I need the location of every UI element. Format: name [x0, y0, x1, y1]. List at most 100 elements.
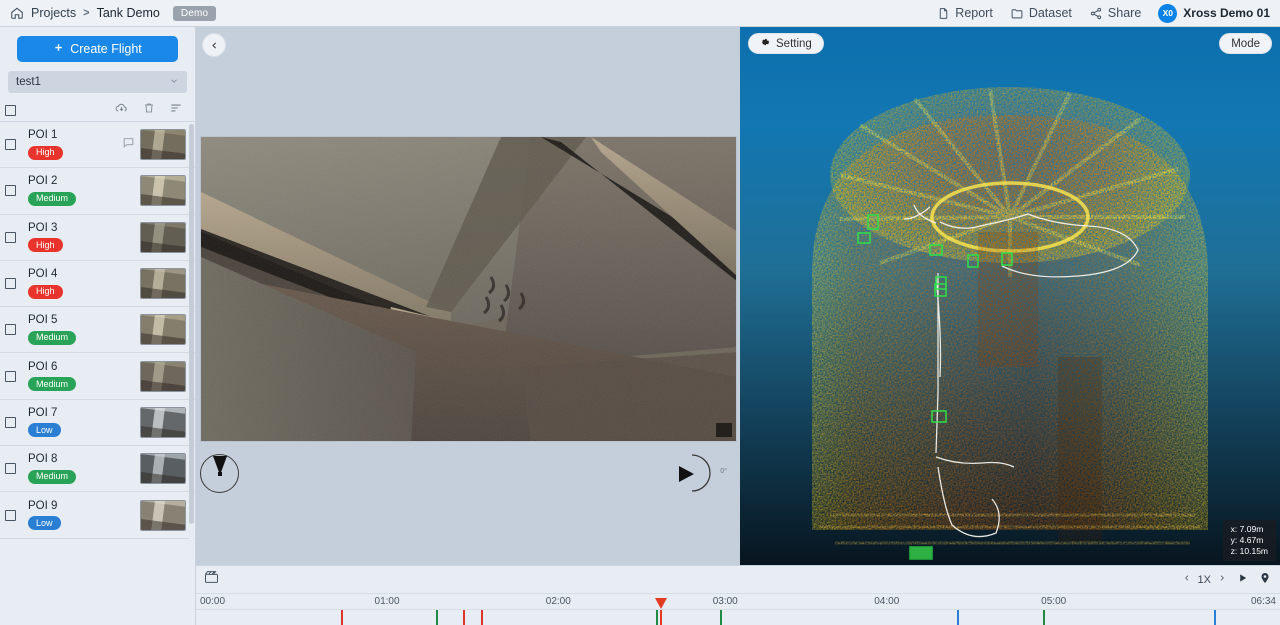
folder-icon: [1010, 7, 1024, 20]
poi-thumbnail[interactable]: [140, 175, 186, 206]
poi-checkbox[interactable]: [5, 185, 16, 196]
severity-badge: Medium: [28, 470, 76, 484]
speed-next-button[interactable]: [1218, 573, 1226, 586]
poi-thumbnail[interactable]: [140, 500, 186, 531]
video-frame[interactable]: [200, 136, 737, 442]
pointcloud-viewer[interactable]: Setting Mode x: 7.09m y: 4.67m z: 10.15m: [740, 27, 1280, 565]
comment-icon[interactable]: [122, 136, 140, 154]
breadcrumb-projects[interactable]: Projects: [31, 6, 76, 20]
coord-z: z: 10.15m: [1231, 546, 1268, 557]
playhead-flag: [655, 598, 667, 609]
poi-row[interactable]: POI 4High: [0, 261, 195, 307]
poi-checkbox[interactable]: [5, 139, 16, 150]
user-menu[interactable]: X0 Xross Demo 01: [1158, 4, 1270, 23]
timeline-marker[interactable]: [720, 610, 722, 625]
timeline-tick: 00:00: [200, 596, 225, 607]
report-label: Report: [955, 6, 993, 20]
report-button[interactable]: Report: [937, 6, 993, 20]
timeline-marker[interactable]: [1043, 610, 1045, 625]
coord-y: y: 4.67m: [1231, 535, 1268, 546]
poi-thumbnail[interactable]: [140, 314, 186, 345]
clapperboard-icon[interactable]: [203, 569, 220, 590]
create-flight-label: Create Flight: [70, 42, 142, 56]
play-button[interactable]: [1237, 572, 1248, 587]
top-bar: Projects > Tank Demo Demo Report: [0, 0, 1280, 27]
poi-checkbox[interactable]: [5, 324, 16, 335]
flight-select[interactable]: test1: [8, 71, 187, 93]
timeline-tick: 03:00: [713, 596, 738, 607]
sort-icon[interactable]: [169, 101, 183, 120]
viewer-setting-button[interactable]: Setting: [748, 33, 824, 54]
timeline-playhead[interactable]: [660, 610, 662, 625]
user-name: Xross Demo 01: [1183, 6, 1270, 20]
poi-scrollbar-thumb[interactable]: [189, 124, 194, 524]
compass-hub: [218, 472, 222, 476]
gear-icon: [760, 37, 771, 51]
timeline-marker[interactable]: [341, 610, 343, 625]
poi-list: POI 1HighPOI 2MediumPOI 3HighPOI 4HighPO…: [0, 122, 195, 625]
cloud-download-icon[interactable]: [114, 101, 129, 120]
poi-checkbox[interactable]: [5, 278, 16, 289]
select-all-checkbox[interactable]: [5, 105, 16, 116]
timeline-marker[interactable]: [463, 610, 465, 625]
timeline-bar: 1X 00:0001:0002:0003:0004:0005:0006:34: [196, 565, 1280, 625]
share-button[interactable]: Share: [1089, 6, 1141, 20]
home-icon[interactable]: [10, 6, 24, 20]
video-still: [201, 137, 737, 442]
timeline-marker[interactable]: [1214, 610, 1216, 625]
timeline-track[interactable]: [196, 610, 1280, 625]
gimbal-pitch-gauge: [673, 454, 712, 493]
create-flight-button[interactable]: Create Flight: [17, 36, 178, 62]
poi-name: POI 2: [28, 175, 122, 188]
timeline-tick: 06:34: [1251, 596, 1276, 607]
speed-label: 1X: [1198, 574, 1211, 586]
trash-icon[interactable]: [143, 101, 155, 120]
poi-name: POI 1: [28, 129, 122, 142]
poi-row[interactable]: POI 1High: [0, 122, 195, 168]
flight-select-value: test1: [16, 76, 41, 88]
timeline-marker[interactable]: [656, 610, 658, 625]
poi-checkbox[interactable]: [5, 417, 16, 428]
chevron-down-icon: [169, 76, 179, 89]
sidebar: Create Flight test1: [0, 27, 196, 625]
plus-icon: [53, 42, 64, 56]
poi-thumbnail[interactable]: [140, 129, 186, 160]
poi-checkbox-cell: [5, 417, 23, 428]
poi-info: POI 2Medium: [23, 175, 122, 206]
poi-checkbox[interactable]: [5, 463, 16, 474]
timeline-tick: 05:00: [1041, 596, 1066, 607]
poi-row[interactable]: POI 9Low: [0, 492, 195, 538]
map-pin-icon[interactable]: [1259, 571, 1271, 588]
poi-row[interactable]: POI 2Medium: [0, 168, 195, 214]
poi-thumbnail[interactable]: [140, 222, 186, 253]
poi-row[interactable]: POI 6Medium: [0, 353, 195, 399]
timeline-marker[interactable]: [481, 610, 483, 625]
viewer-mode-button[interactable]: Mode: [1219, 33, 1272, 54]
poi-row[interactable]: POI 5Medium: [0, 307, 195, 353]
poi-row[interactable]: POI 3High: [0, 215, 195, 261]
poi-name: POI 9: [28, 500, 122, 513]
timeline-ruler[interactable]: 00:0001:0002:0003:0004:0005:0006:34: [196, 593, 1280, 610]
poi-row[interactable]: POI 7Low: [0, 400, 195, 446]
poi-checkbox[interactable]: [5, 232, 16, 243]
severity-badge: Medium: [28, 331, 76, 345]
poi-checkbox-cell: [5, 139, 23, 150]
poi-checkbox[interactable]: [5, 371, 16, 382]
speed-prev-button[interactable]: [1183, 573, 1191, 586]
poi-thumbnail[interactable]: [140, 268, 186, 299]
poi-name: POI 8: [28, 453, 122, 466]
poi-checkbox-cell: [5, 463, 23, 474]
poi-thumbnail[interactable]: [140, 361, 186, 392]
timeline-marker[interactable]: [436, 610, 438, 625]
poi-thumbnail[interactable]: [140, 453, 186, 484]
poi-thumbnail[interactable]: [140, 407, 186, 438]
poi-checkbox[interactable]: [5, 510, 16, 521]
timeline-marker[interactable]: [957, 610, 959, 625]
avatar: X0: [1158, 4, 1177, 23]
poi-row[interactable]: POI 8 Medium: [0, 446, 195, 492]
collapse-sidebar-button[interactable]: [202, 33, 226, 57]
dataset-button[interactable]: Dataset: [1010, 6, 1072, 20]
breadcrumb-current[interactable]: Tank Demo: [97, 6, 160, 20]
playback-speed-control: 1X: [1183, 573, 1226, 586]
severity-badge: Medium: [28, 377, 76, 391]
